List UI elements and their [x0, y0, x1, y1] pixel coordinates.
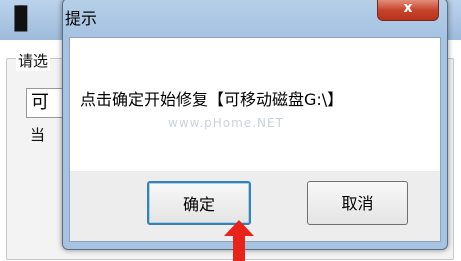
close-button[interactable]: x: [377, 0, 439, 21]
dialog-message: 点击确定开始修复【可移动磁盘G:\】: [80, 90, 344, 109]
parent-status-label: 当: [30, 126, 46, 144]
dialog-body: 点击确定开始修复【可移动磁盘G:\】 www.pHome.NET: [69, 37, 441, 173]
dialog-button-bar: 确定 取消: [69, 171, 441, 242]
watermark-text: www.pHome.NET: [168, 116, 284, 130]
parent-group-label: 请选: [16, 50, 51, 71]
ok-button[interactable]: 确定: [147, 181, 251, 225]
dialog-title: 提示: [65, 9, 98, 28]
up-arrow-icon: [224, 220, 254, 261]
cancel-button[interactable]: 取消: [307, 181, 408, 225]
close-icon: x: [403, 0, 413, 16]
prompt-dialog: 提示 x 点击确定开始修复【可移动磁盘G:\】 www.pHome.NET 确定…: [62, 0, 448, 250]
arrow-shape: [224, 220, 254, 261]
app-icon: ▐▌: [6, 7, 36, 32]
